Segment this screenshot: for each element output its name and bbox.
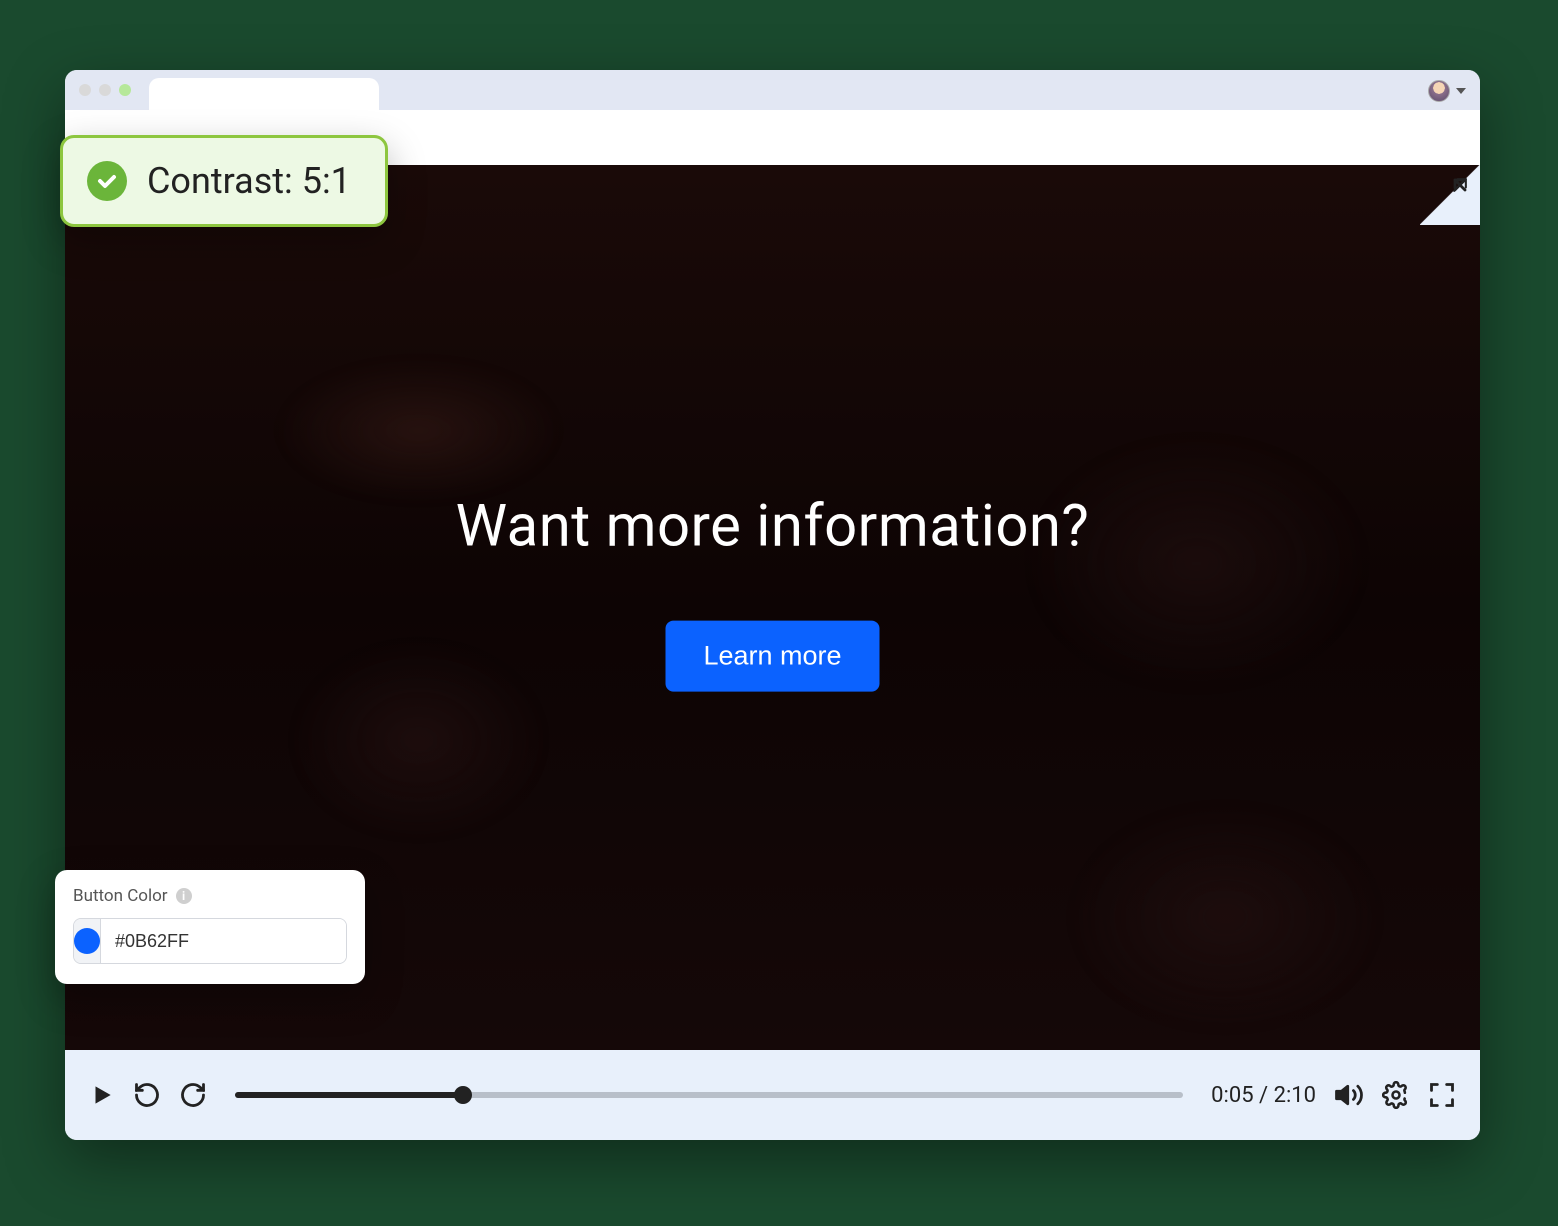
- settings-button[interactable]: [1382, 1081, 1410, 1109]
- browser-tab[interactable]: [149, 78, 379, 110]
- color-panel-title: Button Color: [73, 886, 168, 906]
- button-color-panel: Button Color i: [55, 870, 365, 984]
- rewind-button[interactable]: [133, 1081, 161, 1109]
- cta-overlay: Want more information? Learn more: [65, 492, 1480, 691]
- color-swatch-box[interactable]: [74, 919, 101, 963]
- color-input[interactable]: [73, 918, 347, 964]
- learn-more-button[interactable]: Learn more: [665, 620, 879, 691]
- cta-heading: Want more information?: [65, 492, 1480, 560]
- contrast-badge: Contrast: 5:1: [60, 135, 388, 227]
- forward-button[interactable]: [179, 1081, 207, 1109]
- maximize-window-icon[interactable]: [119, 84, 131, 96]
- progress-bar[interactable]: [235, 1092, 1183, 1098]
- color-swatch-icon: [74, 928, 100, 954]
- arrow-up-left-icon: [1448, 173, 1472, 197]
- collapse-corner[interactable]: [1420, 165, 1480, 225]
- close-window-icon[interactable]: [79, 84, 91, 96]
- check-circle-icon: [87, 161, 127, 201]
- window-controls: [79, 84, 131, 96]
- minimize-window-icon[interactable]: [99, 84, 111, 96]
- play-button[interactable]: [89, 1082, 115, 1108]
- chevron-down-icon: [1456, 88, 1466, 94]
- account-menu[interactable]: [1428, 80, 1466, 102]
- player-controls: 0:05 / 2:10: [65, 1050, 1480, 1140]
- color-panel-header: Button Color i: [73, 886, 347, 906]
- total-time: 2:10: [1274, 1083, 1316, 1108]
- browser-chrome: [65, 70, 1480, 110]
- contrast-label: Contrast: 5:1: [147, 160, 351, 202]
- progress-thumb[interactable]: [454, 1086, 472, 1104]
- fullscreen-button[interactable]: [1428, 1081, 1456, 1109]
- time-display: 0:05 / 2:10: [1211, 1083, 1316, 1108]
- avatar-icon: [1428, 80, 1450, 102]
- info-icon[interactable]: i: [176, 888, 192, 904]
- volume-button[interactable]: [1334, 1080, 1364, 1110]
- current-time: 0:05: [1211, 1083, 1253, 1108]
- color-hex-input[interactable]: [101, 919, 347, 963]
- progress-fill: [235, 1092, 463, 1098]
